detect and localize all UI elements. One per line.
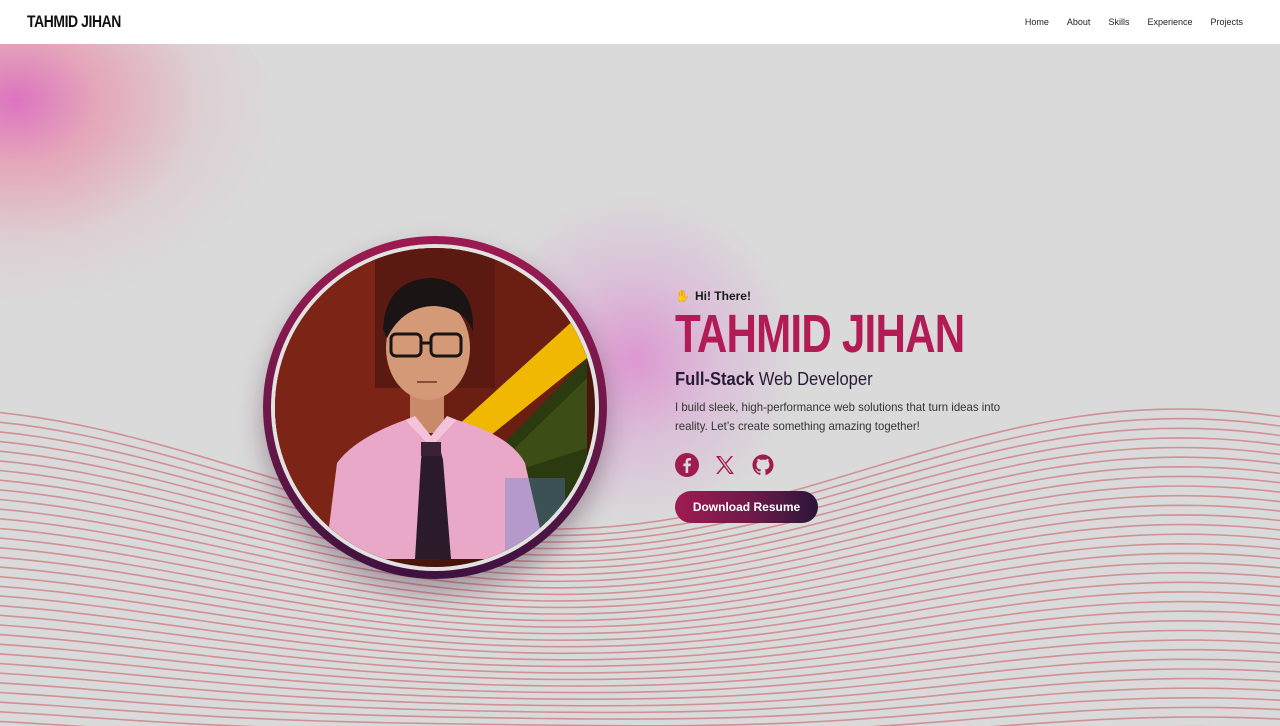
github-icon[interactable] [751, 453, 775, 477]
wave-line [0, 494, 1280, 589]
nav-link-projects[interactable]: Projects [1210, 17, 1243, 27]
social-links [675, 453, 1055, 477]
hero-section [0, 44, 1280, 726]
nav-links: Home About Skills Experience Projects [1007, 17, 1243, 27]
wave-lines-background [0, 408, 1280, 726]
nav-link-home[interactable]: Home [1025, 17, 1049, 27]
role-subtitle: Full-Stack Web Developer [675, 369, 1025, 390]
wave-line [0, 417, 1280, 537]
navbar: TAHMID JIHAN Home About Skills Experienc… [0, 0, 1280, 44]
profile-photo [275, 248, 595, 567]
hero-content: ✋ Hi! There! TAHMID JIHAN Full-Stack Web… [675, 289, 1055, 523]
wave-line [0, 706, 1280, 726]
role-strong: Full-Stack [675, 369, 755, 389]
greeting-text: Hi! There! [694, 289, 751, 303]
x-icon[interactable] [713, 453, 737, 477]
waving-hand-icon: ✋ [675, 289, 690, 303]
bio-text: I build sleek, high-performance web solu… [675, 400, 1001, 433]
facebook-icon[interactable] [675, 453, 699, 477]
hero-name-title: TAHMID JIHAN [675, 304, 965, 364]
role-rest: Web Developer [754, 369, 873, 389]
brand-logo[interactable]: TAHMID JIHAN [27, 12, 121, 32]
wave-line [0, 677, 1280, 714]
wave-line [0, 668, 1280, 707]
greeting: ✋ Hi! There! [675, 289, 1055, 303]
download-resume-button[interactable]: Download Resume [675, 491, 818, 523]
portrait-illustration [275, 248, 587, 559]
nav-link-experience[interactable]: Experience [1147, 17, 1192, 27]
wave-line [0, 427, 1280, 543]
nav-link-skills[interactable]: Skills [1108, 17, 1129, 27]
wave-line [0, 542, 1280, 622]
profile-photo-frame [263, 236, 607, 579]
nav-link-about[interactable]: About [1067, 17, 1091, 27]
